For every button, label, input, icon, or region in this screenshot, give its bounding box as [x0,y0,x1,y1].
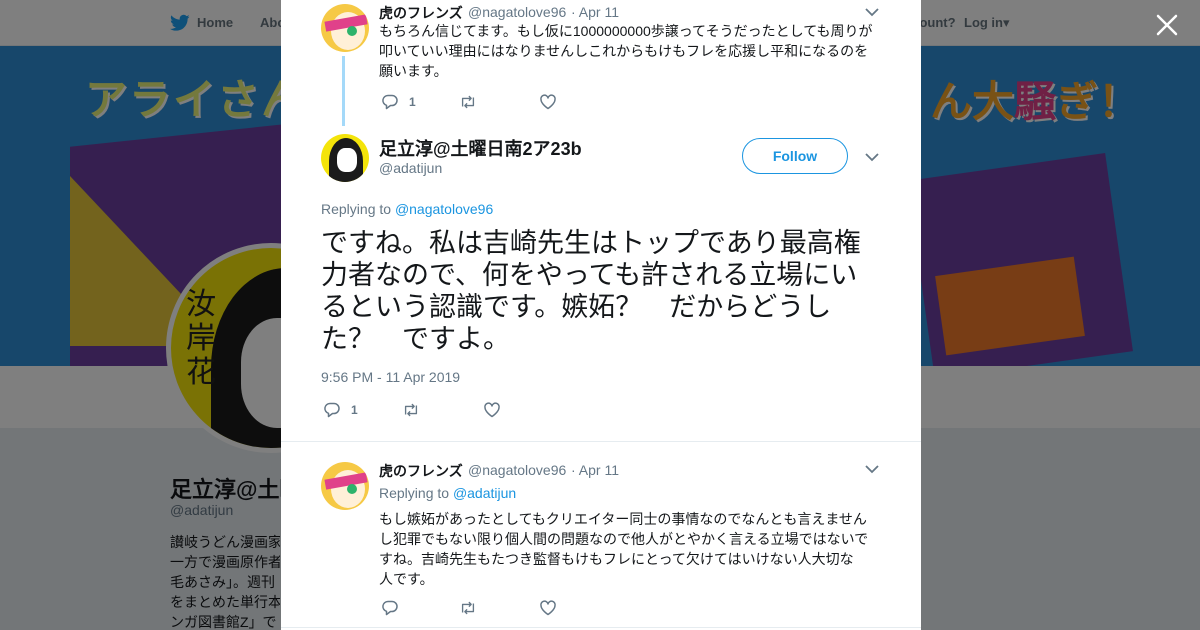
retweet-icon [461,95,475,109]
text-line: 力者なので、何をやっても許される立場にい [321,260,858,290]
text-line: し犯罪でもない限り個人間の問題なので他人がとやかく言える立場ではないで [379,531,869,547]
reply-tweet-date[interactable]: · Apr 11 [571,462,619,478]
reply-icon [382,94,398,110]
main-author-handle[interactable]: @adatijun [379,160,442,176]
reply-button[interactable]: 1 [323,400,358,420]
chevron-down-icon[interactable] [865,464,879,474]
avatar-face [337,148,357,172]
parent-tweet-text: もちろん信じてます。もし仮に1000000000歩譲ってそうだったとしても周りが… [379,21,879,81]
close-icon[interactable] [1154,12,1180,38]
chevron-down-icon[interactable] [865,7,879,17]
text-line: 願います。 [379,63,448,79]
tweet-modal: 虎のフレンズ @nagatolove96 · Apr 11 もちろん信じてます。… [281,0,921,630]
replying-to: Replying to @nagatolove96 [321,201,493,217]
parent-tweet-actions: 1 [381,92,681,112]
parent-author-name[interactable]: 虎のフレンズ [379,3,463,23]
retweet-button[interactable] [402,400,420,420]
text-line: るという認識です。嫉妬？ だからどうし [321,292,832,322]
reply-count: 1 [351,403,358,417]
reply-button[interactable] [381,598,399,618]
author-avatar[interactable] [321,134,369,182]
thread-connector [342,56,345,126]
replying-to-handle[interactable]: @nagatolove96 [395,201,493,217]
avatar-eye [347,484,357,494]
retweet-icon [461,601,475,615]
text-line: すね。吉崎先生もたつき監督もけもフレにとって欠けてはいけない人大切な [379,551,854,567]
chevron-down-icon[interactable] [865,152,879,162]
main-tweet-text: ですね。私は吉崎先生はトップであり最高権 力者なので、何をやっても許される立場に… [321,227,891,355]
tweet-divider [281,441,921,442]
replying-to: Replying to @adatijun [379,485,516,501]
main-tweet-timestamp[interactable]: 9:56 PM - 11 Apr 2019 [321,369,460,385]
text-line: もし嫉妬があったとしてもクリエイター同士の事情なのでなんとも言えません [379,511,867,527]
like-icon [540,94,556,110]
reply-author-handle[interactable]: @nagatolove96 [468,462,566,478]
retweet-icon [404,403,418,417]
like-button[interactable] [483,400,501,420]
text-line: もちろん信じてます。もし仮に1000000000歩譲ってそうだったとしても周りが [379,23,873,39]
like-icon [540,600,556,616]
reply-icon [382,600,398,616]
author-avatar[interactable] [321,462,369,510]
retweet-button[interactable] [459,92,477,112]
author-avatar[interactable] [321,4,369,52]
text-line: ですね。私は吉崎先生はトップであり最高権 [321,228,861,258]
main-author-name[interactable]: 足立淳@土曜日南2ア23b [379,135,582,161]
follow-button[interactable]: Follow [742,138,848,174]
parent-author-handle[interactable]: @nagatolove96 [468,4,566,20]
reply-author-name[interactable]: 虎のフレンズ [379,461,463,481]
tweet-divider [281,627,921,628]
like-icon [484,402,500,418]
reply-icon [324,402,340,418]
reply-tweet-actions [381,598,681,618]
parent-tweet-date[interactable]: · Apr 11 [571,4,619,20]
like-button[interactable] [539,92,557,112]
replying-to-label: Replying to [321,201,392,217]
replying-to-handle[interactable]: @adatijun [453,485,516,501]
reply-button[interactable]: 1 [381,92,416,112]
avatar-eye [347,26,357,36]
like-button[interactable] [539,598,557,618]
main-tweet-actions: 1 [323,400,623,420]
replying-to-label: Replying to [379,485,450,501]
text-line: た？ ですよ。 [321,324,510,354]
text-line: 叩いていい理由にはなりませんしこれからもけもフレを応援し平和になるのを [379,43,869,59]
reply-count: 1 [409,95,416,109]
retweet-button[interactable] [459,598,477,618]
text-line: 人です。 [379,571,434,587]
reply-tweet-text: もし嫉妬があったとしてもクリエイター同士の事情なのでなんとも言えません し犯罪で… [379,509,879,589]
